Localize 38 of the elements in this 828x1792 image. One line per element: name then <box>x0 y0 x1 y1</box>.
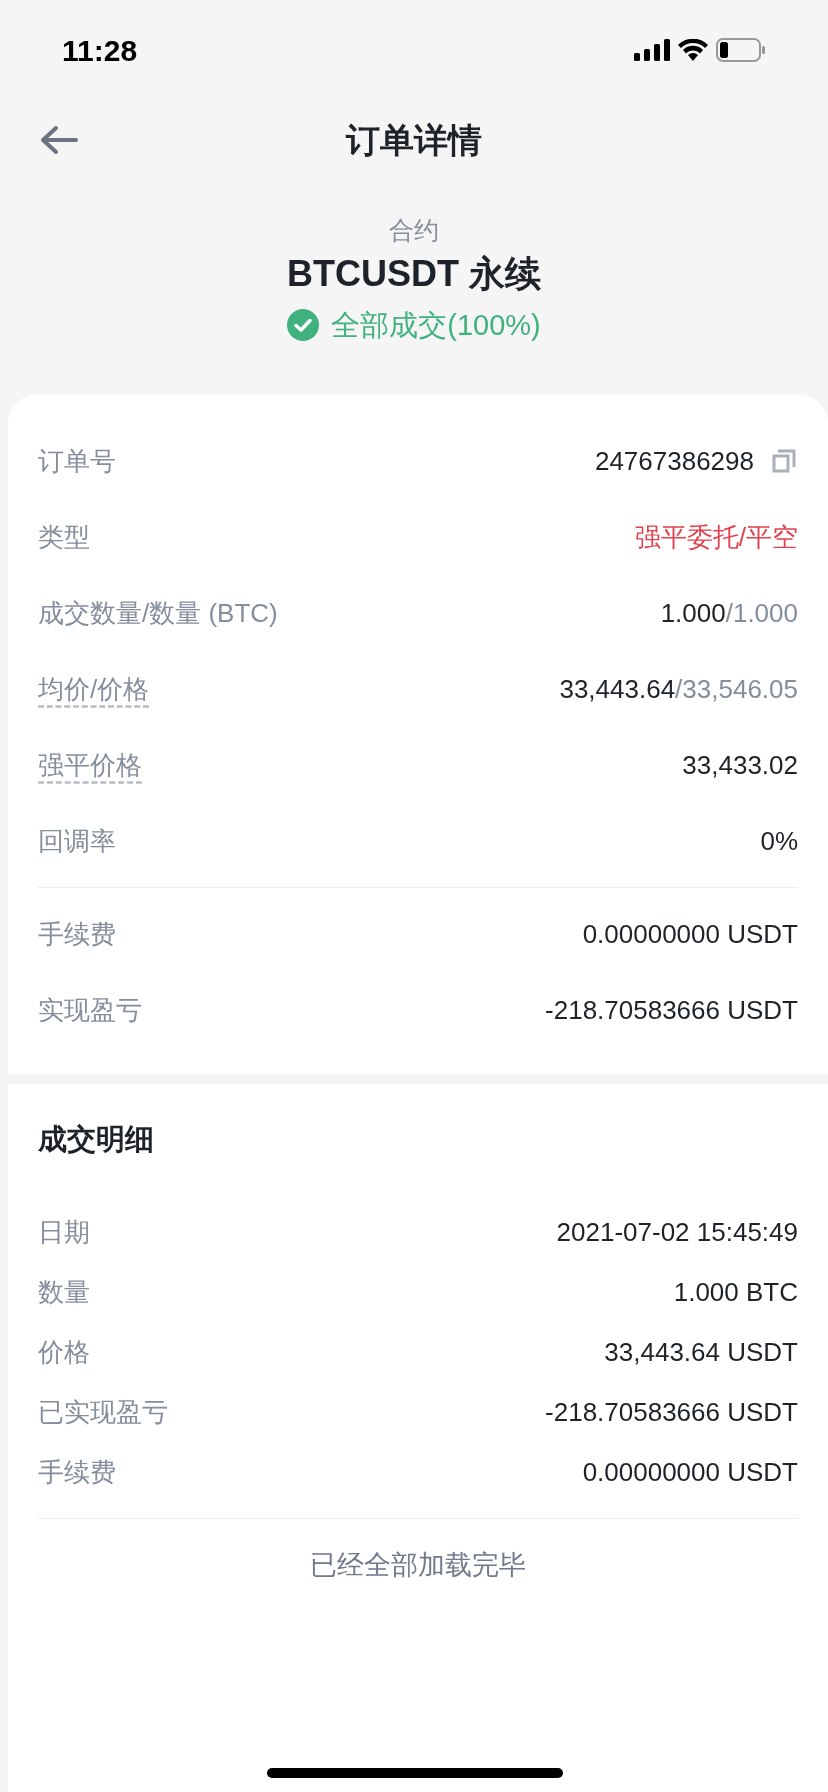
row-value: 0.00000000 USDT <box>582 917 798 951</box>
row-value: 33,433.02 <box>682 748 798 782</box>
row-label: 成交数量/数量 (BTC) <box>38 596 278 630</box>
row-value: 0.00000000 USDT <box>582 1455 798 1489</box>
battery-icon <box>716 38 766 62</box>
row-label: 实现盈亏 <box>38 993 142 1027</box>
signal-icon <box>634 39 670 61</box>
row-label: 类型 <box>38 520 90 554</box>
row-value: -218.70583666 USDT <box>545 993 798 1027</box>
status-time: 11:28 <box>62 32 138 69</box>
row-value: 1.000 BTC <box>673 1275 798 1309</box>
row-label: 价格 <box>38 1335 90 1369</box>
row-label: 手续费 <box>38 917 116 951</box>
row-value: 1.000/1.000 <box>660 596 798 630</box>
row-value: -218.70583666 USDT <box>545 1395 798 1429</box>
order-status: 全部成交(100%) <box>331 307 541 343</box>
row-label: 数量 <box>38 1275 90 1309</box>
row-value: 24767386298 <box>594 444 754 478</box>
load-complete-text: 已经全部加载完毕 <box>310 1549 526 1582</box>
row-value: 33,443.64/33,546.05 <box>559 672 798 706</box>
check-circle-icon <box>287 309 320 342</box>
row-value: 2021-07-02 15:45:49 <box>556 1215 798 1249</box>
symbol-title: BTCUSDT 永续 <box>287 251 541 296</box>
row-label: 手续费 <box>38 1455 116 1489</box>
page-title: 订单详情 <box>346 119 482 161</box>
row-value: 33,443.64 USDT <box>604 1335 798 1369</box>
row-value: 强平委托/平空 <box>634 520 798 554</box>
row-label: 日期 <box>38 1215 90 1249</box>
back-arrow-icon <box>40 125 78 155</box>
category-label: 合约 <box>389 215 439 246</box>
row-value: 0% <box>760 824 798 858</box>
row-label: 已实现盈亏 <box>38 1395 168 1429</box>
section-title: 成交明细 <box>38 1122 155 1157</box>
row-label: 回调率 <box>38 824 116 858</box>
row-label: 订单号 <box>38 444 116 478</box>
row-label: 强平价格 <box>38 748 142 782</box>
wifi-icon <box>678 39 708 61</box>
row-label: 均价/价格 <box>38 672 150 706</box>
